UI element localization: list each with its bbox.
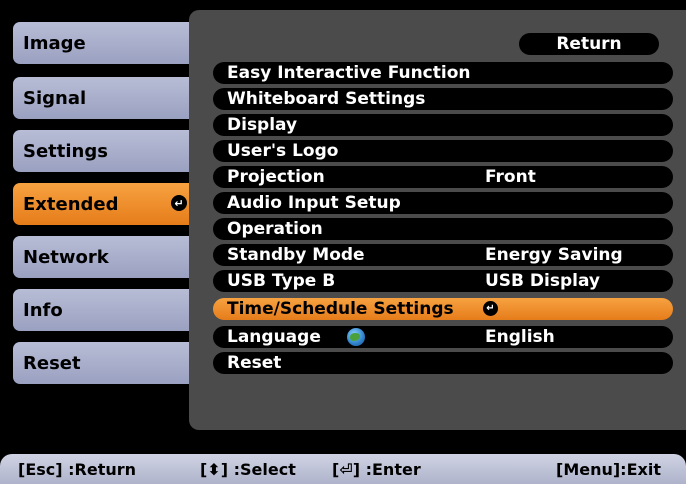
enter-icon: ↵ [483,301,498,316]
menu-item-standby-mode[interactable]: Standby Mode Energy Saving [213,244,673,266]
help-bar: [Esc] :Return [⬍] :Select [⏎] :Enter [Me… [0,454,686,484]
menu-item-label: Standby Mode [227,245,365,265]
tab-network[interactable]: Network [13,236,195,278]
tab-reset[interactable]: Reset [13,342,195,384]
menu-item-projection[interactable]: Projection Front [213,166,673,188]
menu-item-operation[interactable]: Operation [213,218,673,240]
tab-label: Image [23,32,86,54]
menu-item-users-logo[interactable]: User's Logo [213,140,673,162]
menu-item-value: USB Display [485,271,601,291]
menu-item-label: Whiteboard Settings [227,89,426,109]
tab-extended[interactable]: Extended ↵ [13,183,195,225]
help-menu-exit: [Menu]:Exit [556,460,661,479]
menu-item-display[interactable]: Display [213,114,673,136]
menu-item-label: Reset [227,353,282,373]
menu-item-audio-input[interactable]: Audio Input Setup [213,192,673,214]
help-select: [⬍] :Select [200,460,296,479]
menu-item-label: Display [227,115,298,135]
tab-info[interactable]: Info [13,289,195,331]
menu-item-time-schedule[interactable]: Time/Schedule Settings ↵ [213,298,673,320]
tab-settings[interactable]: Settings [13,130,195,172]
menu-item-usb-type-b[interactable]: USB Type B USB Display [213,270,673,292]
tab-label: Reset [23,352,81,374]
sidebar: Image Signal Settings Extended ↵ Network… [0,0,200,420]
help-esc-return: [Esc] :Return [18,460,137,479]
tab-label: Info [23,299,63,321]
enter-icon: ↵ [171,195,187,211]
menu-item-easy-interactive[interactable]: Easy Interactive Function [213,62,673,84]
tab-image[interactable]: Image [13,22,195,64]
return-button[interactable]: Return [519,33,659,55]
globe-icon [347,328,365,346]
menu-item-value: English [485,327,555,347]
menu-item-label: Audio Input Setup [227,193,401,213]
tab-label: Network [23,246,109,268]
menu-item-label: Operation [227,219,323,239]
menu-item-label: Time/Schedule Settings [227,299,454,319]
tab-label: Extended [23,193,119,215]
menu-item-label: Easy Interactive Function [227,63,471,83]
menu-panel: Return Easy Interactive Function Whitebo… [189,10,686,430]
menu-item-label: Language [227,327,321,347]
help-enter: [⏎] :Enter [332,460,421,479]
tab-signal[interactable]: Signal [13,77,195,119]
menu-item-language[interactable]: Language English [213,326,673,348]
menu-item-value: Energy Saving [485,245,623,265]
menu-item-reset[interactable]: Reset [213,352,673,374]
menu-item-label: USB Type B [227,271,336,291]
tab-label: Settings [23,140,108,162]
menu-item-label: Projection [227,167,325,187]
menu-item-value: Front [485,167,536,187]
tab-label: Signal [23,87,87,109]
menu-item-label: User's Logo [227,141,339,161]
menu-item-whiteboard[interactable]: Whiteboard Settings [213,88,673,110]
